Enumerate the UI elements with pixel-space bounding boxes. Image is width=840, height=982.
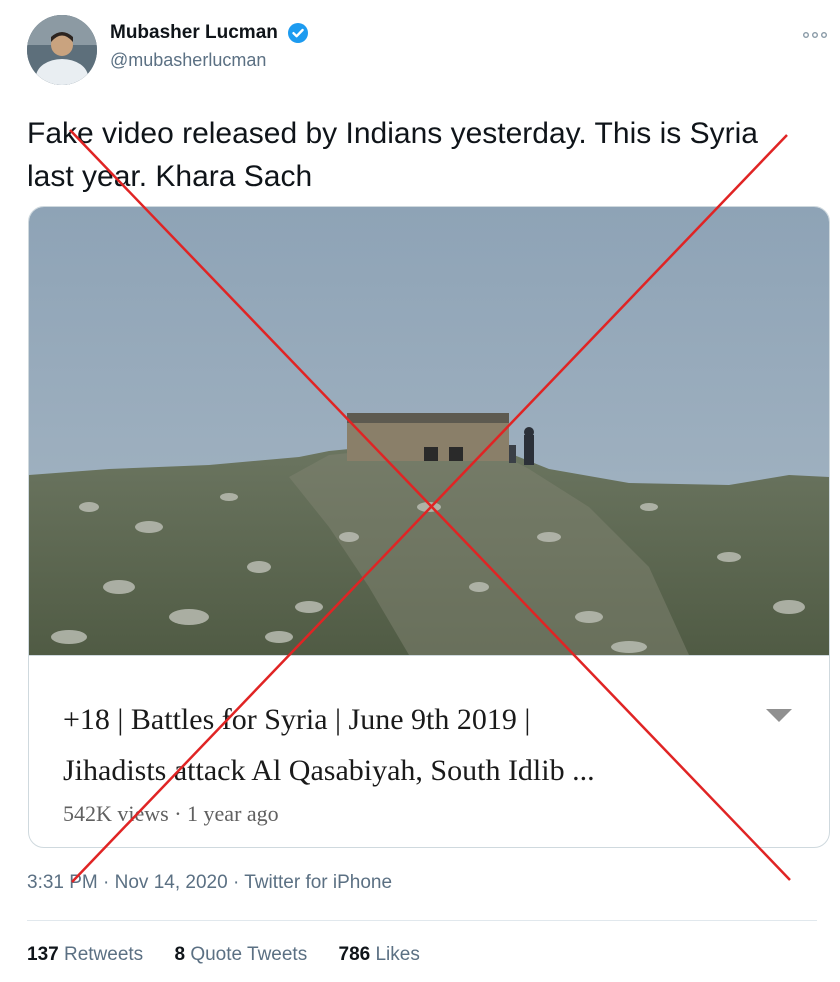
video-views: 542K views · 1 year ago [63,801,279,826]
more-options-icon[interactable] [802,28,828,42]
tweet-stats: 137 Retweets 8 Quote Tweets 786 Likes [27,944,446,966]
video-title[interactable]: +18 | Battles for Syria | June 9th 2019 … [63,694,763,796]
likes-count: 786 [338,944,371,965]
retweets-count: 137 [27,944,59,965]
author-names: Mubasher Lucman @mubasherlucman [110,22,309,71]
profile-photo [27,15,97,85]
dropdown-caret-icon[interactable] [765,708,793,724]
tweet-text: Fake video released by Indians yesterday… [27,117,758,193]
author-name[interactable]: Mubasher Lucman [110,22,278,44]
tweet-header: Mubasher Lucman @mubasherlucman [0,0,840,100]
verified-badge-icon [288,23,309,43]
likes-stat[interactable]: 786 Likes [339,944,420,965]
quote-tweets-stat[interactable]: 8 Quote Tweets [174,944,307,965]
tweet-timestamp[interactable]: 3:31 PM · Nov 14, 2020 · Twitter for iPh… [27,872,392,894]
video-link-card[interactable]: +18 | Battles for Syria | June 9th 2019 … [28,206,830,848]
quote-tweets-label: Quote Tweets [190,944,308,965]
retweets-label: Retweets [63,944,144,965]
likes-label: Likes [375,944,420,965]
avatar[interactable] [27,15,97,85]
retweets-stat[interactable]: 137 Retweets [27,944,143,965]
author-handle[interactable]: @mubasherlucman [110,50,309,71]
card-details[interactable]: +18 | Battles for Syria | June 9th 2019 … [29,655,829,847]
quote-tweets-count: 8 [174,944,186,965]
divider [27,920,817,921]
video-thumbnail[interactable] [29,207,829,655]
